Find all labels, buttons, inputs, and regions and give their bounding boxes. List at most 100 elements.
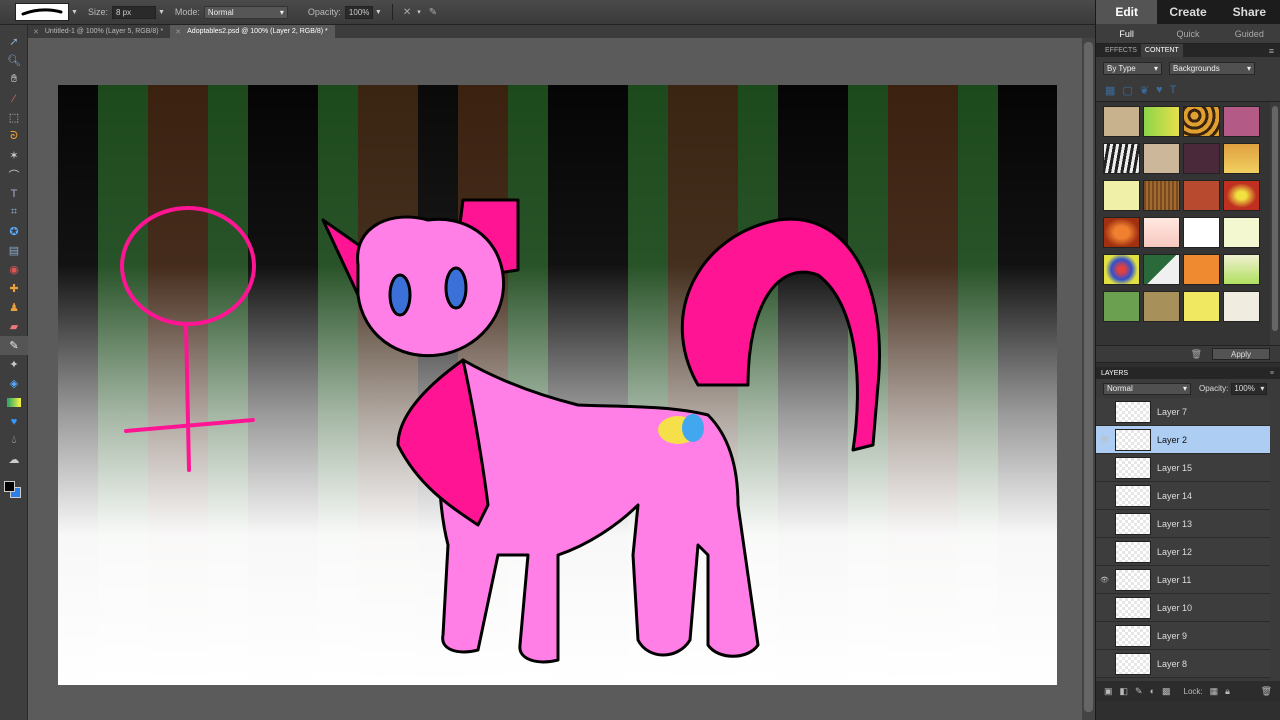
- spot-healing-icon[interactable]: ✚: [0, 279, 28, 298]
- content-thumb[interactable]: [1143, 106, 1180, 137]
- layer-scrollbar[interactable]: [1270, 398, 1280, 681]
- shapes-icon[interactable]: ♥: [1156, 84, 1163, 96]
- tab-create[interactable]: Create: [1157, 0, 1218, 24]
- document-canvas[interactable]: [58, 85, 1057, 685]
- type-icon[interactable]: T: [0, 184, 28, 203]
- straighten-icon[interactable]: ▤: [0, 241, 28, 260]
- content-thumb[interactable]: [1183, 180, 1220, 211]
- lasso-icon[interactable]: ᘐ: [0, 127, 28, 146]
- text-icon[interactable]: T: [1170, 84, 1177, 96]
- smart-brush-icon[interactable]: ✦: [0, 355, 28, 374]
- zoom-icon[interactable]: 🔍︎: [0, 51, 28, 70]
- brush-preset-picker[interactable]: [15, 3, 69, 21]
- content-thumb[interactable]: [1223, 217, 1260, 248]
- edit-brush-icon[interactable]: ✎: [1135, 686, 1143, 697]
- layer-row[interactable]: Layer 9: [1096, 622, 1280, 650]
- opacity-field[interactable]: 100%: [344, 5, 373, 19]
- graphics-icon[interactable]: ❦: [1140, 84, 1149, 97]
- content-thumb[interactable]: [1103, 254, 1140, 285]
- scrollbar-thumb[interactable]: [1272, 106, 1278, 331]
- content-thumb[interactable]: [1183, 143, 1220, 174]
- cookie-cutter-icon[interactable]: ✪: [0, 222, 28, 241]
- paint-bucket-icon[interactable]: ◈: [0, 374, 28, 393]
- content-thumb[interactable]: [1183, 106, 1220, 137]
- panel-menu-icon[interactable]: ≡: [1270, 370, 1274, 377]
- content-thumb[interactable]: [1183, 291, 1220, 322]
- foreground-color-swatch[interactable]: [4, 481, 15, 492]
- tab-full[interactable]: Full: [1096, 24, 1157, 43]
- scrollbar-thumb[interactable]: [1084, 42, 1093, 712]
- brush-size-field[interactable]: 8 px: [111, 5, 156, 19]
- content-thumb[interactable]: [1143, 217, 1180, 248]
- apply-button[interactable]: Apply: [1212, 348, 1270, 360]
- content-thumb[interactable]: [1223, 143, 1260, 174]
- tab-edit[interactable]: Edit: [1096, 0, 1158, 24]
- content-thumb[interactable]: [1103, 143, 1140, 174]
- tab-effects[interactable]: EFFECTS: [1101, 44, 1141, 57]
- content-thumb[interactable]: [1143, 254, 1180, 285]
- layer-row[interactable]: Layer 15: [1096, 454, 1280, 482]
- tab-untitled-1[interactable]: ✕ Untitled-1 @ 100% (Layer 5, RGB/8) *: [28, 25, 170, 38]
- content-thumb[interactable]: [1223, 291, 1260, 322]
- content-thumb[interactable]: [1223, 106, 1260, 137]
- airbrush-icon[interactable]: ✕: [403, 7, 411, 18]
- layer-row[interactable]: Layer 13: [1096, 510, 1280, 538]
- panel-menu-icon[interactable]: ≡: [1269, 46, 1274, 56]
- layer-row[interactable]: Layer 7: [1096, 398, 1280, 426]
- content-thumb[interactable]: [1183, 254, 1220, 285]
- content-thumb[interactable]: [1143, 180, 1180, 211]
- content-thumb[interactable]: [1143, 143, 1180, 174]
- eye-icon[interactable]: 👁︎: [1096, 576, 1113, 584]
- mask-icon[interactable]: ▩: [1162, 686, 1171, 697]
- content-thumb[interactable]: [1103, 217, 1140, 248]
- hand-icon[interactable]: ✋︎: [0, 70, 28, 89]
- frames-icon[interactable]: ▢: [1122, 84, 1132, 97]
- tab-content[interactable]: CONTENT: [1140, 44, 1183, 57]
- layer-row[interactable]: Layer 8: [1096, 650, 1280, 678]
- eye-icon[interactable]: 👁︎: [1096, 436, 1113, 444]
- blend-mode-select[interactable]: Normal ▾: [203, 5, 288, 19]
- size-slider-arrow-icon[interactable]: ▼: [158, 9, 165, 16]
- layer-row[interactable]: 👁︎ Layer 2: [1096, 426, 1280, 454]
- marquee-icon[interactable]: ⬚: [0, 108, 28, 127]
- magic-wand-icon[interactable]: ✶: [0, 146, 28, 165]
- content-thumb[interactable]: [1103, 291, 1140, 322]
- new-layer-icon[interactable]: ▣: [1104, 686, 1113, 697]
- trash-icon[interactable]: 🗑︎: [1191, 349, 1202, 360]
- layer-row[interactable]: Layer 10: [1096, 594, 1280, 622]
- lock-transparency-icon[interactable]: ▦: [1210, 686, 1219, 697]
- content-thumb[interactable]: [1143, 291, 1180, 322]
- content-thumb[interactable]: [1183, 217, 1220, 248]
- tab-adoptables2[interactable]: ✕ Adoptables2.psd @ 100% (Layer 2, RGB/8)…: [170, 25, 335, 38]
- brush-picker-arrow-icon[interactable]: ▼: [71, 9, 78, 16]
- layer-row[interactable]: Layer 12: [1096, 538, 1280, 566]
- sponge-icon[interactable]: ☁: [0, 450, 28, 469]
- content-thumb[interactable]: [1103, 106, 1140, 137]
- tab-share[interactable]: Share: [1219, 0, 1280, 24]
- new-group-icon[interactable]: ◧: [1120, 686, 1129, 697]
- red-eye-icon[interactable]: ◉: [0, 260, 28, 279]
- trash-icon[interactable]: 🗑︎: [1261, 686, 1272, 697]
- backgrounds-icon[interactable]: ▦: [1105, 84, 1115, 97]
- eraser-icon[interactable]: ▰: [0, 317, 28, 336]
- brush-icon[interactable]: ✎: [0, 336, 28, 355]
- opacity-slider-arrow-icon[interactable]: ▼: [375, 9, 382, 16]
- content-thumb[interactable]: [1223, 180, 1260, 211]
- eyedropper-icon[interactable]: ⁄: [0, 89, 28, 108]
- adjustment-layer-icon[interactable]: ◐: [1150, 686, 1155, 696]
- layer-opacity-field[interactable]: 100% ▾: [1231, 382, 1268, 395]
- tablet-options-icon[interactable]: ✎: [429, 7, 437, 18]
- move-icon[interactable]: ➚: [0, 32, 28, 51]
- airbrush-arrow-icon[interactable]: ▾: [417, 8, 421, 16]
- layer-blend-mode-select[interactable]: Normal ▾: [1103, 382, 1191, 395]
- blur-icon[interactable]: 💧︎: [0, 431, 28, 450]
- content-thumb[interactable]: [1103, 180, 1140, 211]
- thumbnail-scrollbar[interactable]: [1270, 102, 1280, 345]
- canvas-vertical-scrollbar[interactable]: [1082, 38, 1095, 720]
- tab-guided[interactable]: Guided: [1219, 24, 1280, 43]
- filter-by-select[interactable]: By Type ▾: [1103, 61, 1162, 75]
- shape-icon[interactable]: ♥: [0, 412, 28, 431]
- gradient-icon[interactable]: [0, 393, 28, 412]
- layer-row[interactable]: 👁︎ Layer 11: [1096, 566, 1280, 594]
- category-select[interactable]: Backgrounds ▾: [1169, 61, 1255, 75]
